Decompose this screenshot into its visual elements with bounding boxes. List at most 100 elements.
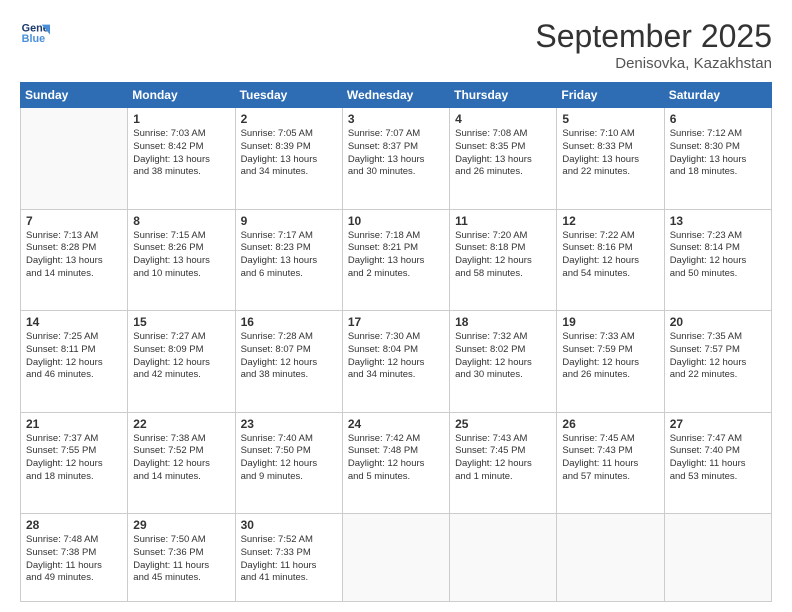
calendar-cell: 1 Sunrise: 7:03 AM Sunset: 8:42 PM Daylig… bbox=[128, 108, 235, 210]
weekday-header-friday: Friday bbox=[557, 83, 664, 108]
day-info: Sunrise: 7:17 AM Sunset: 8:23 PM Dayligh… bbox=[241, 230, 337, 281]
calendar-cell: 28 Sunrise: 7:48 AM Sunset: 7:38 PM Dayli… bbox=[21, 514, 128, 602]
day-number: 14 bbox=[26, 315, 122, 329]
day-info: Sunrise: 7:43 AM Sunset: 7:45 PM Dayligh… bbox=[455, 433, 551, 484]
day-number: 20 bbox=[670, 315, 766, 329]
day-number: 8 bbox=[133, 214, 229, 228]
day-number: 15 bbox=[133, 315, 229, 329]
month-title: September 2025 bbox=[535, 18, 772, 55]
day-number: 21 bbox=[26, 417, 122, 431]
calendar-cell: 27Sunrise: 7:47 AM Sunset: 7:40 PM Dayli… bbox=[664, 412, 771, 514]
day-number: 18 bbox=[455, 315, 551, 329]
day-info: Sunrise: 7:03 AM Sunset: 8:42 PM Dayligh… bbox=[133, 128, 229, 179]
calendar-cell: 10 Sunrise: 7:18 AM Sunset: 8:21 PM Dayli… bbox=[342, 209, 449, 311]
calendar-cell: 24 Sunrise: 7:42 AM Sunset: 7:48 PM Dayli… bbox=[342, 412, 449, 514]
calendar-cell: 19 Sunrise: 7:33 AM Sunset: 7:59 PM Dayli… bbox=[557, 311, 664, 413]
calendar-cell: 6 Sunrise: 7:12 AM Sunset: 8:30 PM Daylig… bbox=[664, 108, 771, 210]
calendar-cell bbox=[450, 514, 557, 602]
day-info: Sunrise: 7:50 AM Sunset: 7:36 PM Dayligh… bbox=[133, 534, 229, 585]
weekday-header-thursday: Thursday bbox=[450, 83, 557, 108]
day-info: Sunrise: 7:18 AM Sunset: 8:21 PM Dayligh… bbox=[348, 230, 444, 281]
calendar-cell: 21 Sunrise: 7:37 AM Sunset: 7:55 PM Dayli… bbox=[21, 412, 128, 514]
calendar-cell: 5 Sunrise: 7:10 AM Sunset: 8:33 PM Daylig… bbox=[557, 108, 664, 210]
day-number: 13 bbox=[670, 214, 766, 228]
day-number: 1 bbox=[133, 112, 229, 126]
day-number: 6 bbox=[670, 112, 766, 126]
day-info: Sunrise: 7:38 AM Sunset: 7:52 PM Dayligh… bbox=[133, 433, 229, 484]
day-info: Sunrise: 7:12 AM Sunset: 8:30 PM Dayligh… bbox=[670, 128, 766, 179]
weekday-header-saturday: Saturday bbox=[664, 83, 771, 108]
calendar-cell: 29 Sunrise: 7:50 AM Sunset: 7:36 PM Dayli… bbox=[128, 514, 235, 602]
day-info: Sunrise: 7:32 AM Sunset: 8:02 PM Dayligh… bbox=[455, 331, 551, 382]
day-info: Sunrise: 7:23 AM Sunset: 8:14 PM Dayligh… bbox=[670, 230, 766, 281]
calendar-table: SundayMondayTuesdayWednesdayThursdayFrid… bbox=[20, 82, 772, 602]
day-info: Sunrise: 7:37 AM Sunset: 7:55 PM Dayligh… bbox=[26, 433, 122, 484]
calendar-cell: 18 Sunrise: 7:32 AM Sunset: 8:02 PM Dayli… bbox=[450, 311, 557, 413]
day-info: Sunrise: 7:25 AM Sunset: 8:11 PM Dayligh… bbox=[26, 331, 122, 382]
calendar-cell: 22 Sunrise: 7:38 AM Sunset: 7:52 PM Dayli… bbox=[128, 412, 235, 514]
title-block: September 2025 Denisovka, Kazakhstan bbox=[535, 18, 772, 72]
day-number: 11 bbox=[455, 214, 551, 228]
calendar-cell: 20 Sunrise: 7:35 AM Sunset: 7:57 PM Dayli… bbox=[664, 311, 771, 413]
day-info: Sunrise: 7:07 AM Sunset: 8:37 PM Dayligh… bbox=[348, 128, 444, 179]
day-number: 4 bbox=[455, 112, 551, 126]
day-number: 23 bbox=[241, 417, 337, 431]
calendar-cell: 23 Sunrise: 7:40 AM Sunset: 7:50 PM Dayli… bbox=[235, 412, 342, 514]
day-number: 17 bbox=[348, 315, 444, 329]
day-number: 25 bbox=[455, 417, 551, 431]
day-info: Sunrise: 7:45 AM Sunset: 7:43 PM Dayligh… bbox=[562, 433, 658, 484]
day-number: 5 bbox=[562, 112, 658, 126]
weekday-header-sunday: Sunday bbox=[21, 83, 128, 108]
day-number: 30 bbox=[241, 518, 337, 532]
calendar-cell: 26 Sunrise: 7:45 AM Sunset: 7:43 PM Dayli… bbox=[557, 412, 664, 514]
calendar-cell: 2Sunrise: 7:05 AM Sunset: 8:39 PM Daylig… bbox=[235, 108, 342, 210]
day-number: 27 bbox=[670, 417, 766, 431]
calendar-cell: 9 Sunrise: 7:17 AM Sunset: 8:23 PM Daylig… bbox=[235, 209, 342, 311]
day-number: 9 bbox=[241, 214, 337, 228]
day-number: 12 bbox=[562, 214, 658, 228]
calendar-cell: 11 Sunrise: 7:20 AM Sunset: 8:18 PM Dayli… bbox=[450, 209, 557, 311]
day-number: 22 bbox=[133, 417, 229, 431]
day-info: Sunrise: 7:35 AM Sunset: 7:57 PM Dayligh… bbox=[670, 331, 766, 382]
calendar-cell bbox=[664, 514, 771, 602]
calendar-cell: 17Sunrise: 7:30 AM Sunset: 8:04 PM Dayli… bbox=[342, 311, 449, 413]
day-info: Sunrise: 7:48 AM Sunset: 7:38 PM Dayligh… bbox=[26, 534, 122, 585]
calendar-cell: 12 Sunrise: 7:22 AM Sunset: 8:16 PM Dayli… bbox=[557, 209, 664, 311]
day-info: Sunrise: 7:20 AM Sunset: 8:18 PM Dayligh… bbox=[455, 230, 551, 281]
location-subtitle: Denisovka, Kazakhstan bbox=[535, 55, 772, 72]
day-number: 2 bbox=[241, 112, 337, 126]
day-info: Sunrise: 7:10 AM Sunset: 8:33 PM Dayligh… bbox=[562, 128, 658, 179]
weekday-header-tuesday: Tuesday bbox=[235, 83, 342, 108]
day-info: Sunrise: 7:08 AM Sunset: 8:35 PM Dayligh… bbox=[455, 128, 551, 179]
page-header: General Blue September 2025 Denisovka, K… bbox=[20, 18, 772, 72]
day-info: Sunrise: 7:42 AM Sunset: 7:48 PM Dayligh… bbox=[348, 433, 444, 484]
day-number: 19 bbox=[562, 315, 658, 329]
weekday-header-wednesday: Wednesday bbox=[342, 83, 449, 108]
logo-icon: General Blue bbox=[20, 18, 50, 48]
day-number: 24 bbox=[348, 417, 444, 431]
weekday-header-monday: Monday bbox=[128, 83, 235, 108]
calendar-cell: 15 Sunrise: 7:27 AM Sunset: 8:09 PM Dayli… bbox=[128, 311, 235, 413]
day-number: 10 bbox=[348, 214, 444, 228]
calendar-cell: 30Sunrise: 7:52 AM Sunset: 7:33 PM Dayli… bbox=[235, 514, 342, 602]
calendar-cell: 8 Sunrise: 7:15 AM Sunset: 8:26 PM Daylig… bbox=[128, 209, 235, 311]
calendar-cell bbox=[21, 108, 128, 210]
day-info: Sunrise: 7:33 AM Sunset: 7:59 PM Dayligh… bbox=[562, 331, 658, 382]
calendar-cell: 14 Sunrise: 7:25 AM Sunset: 8:11 PM Dayli… bbox=[21, 311, 128, 413]
day-info: Sunrise: 7:40 AM Sunset: 7:50 PM Dayligh… bbox=[241, 433, 337, 484]
day-info: Sunrise: 7:28 AM Sunset: 8:07 PM Dayligh… bbox=[241, 331, 337, 382]
calendar-cell bbox=[342, 514, 449, 602]
day-number: 26 bbox=[562, 417, 658, 431]
calendar-cell: 3Sunrise: 7:07 AM Sunset: 8:37 PM Daylig… bbox=[342, 108, 449, 210]
calendar-cell: 7Sunrise: 7:13 AM Sunset: 8:28 PM Daylig… bbox=[21, 209, 128, 311]
day-info: Sunrise: 7:27 AM Sunset: 8:09 PM Dayligh… bbox=[133, 331, 229, 382]
calendar-cell: 13 Sunrise: 7:23 AM Sunset: 8:14 PM Dayli… bbox=[664, 209, 771, 311]
day-info: Sunrise: 7:15 AM Sunset: 8:26 PM Dayligh… bbox=[133, 230, 229, 281]
calendar-cell: 25 Sunrise: 7:43 AM Sunset: 7:45 PM Dayli… bbox=[450, 412, 557, 514]
day-number: 16 bbox=[241, 315, 337, 329]
day-number: 29 bbox=[133, 518, 229, 532]
day-number: 28 bbox=[26, 518, 122, 532]
calendar-cell: 4 Sunrise: 7:08 AM Sunset: 8:35 PM Daylig… bbox=[450, 108, 557, 210]
calendar-cell bbox=[557, 514, 664, 602]
day-info: Sunrise: 7:22 AM Sunset: 8:16 PM Dayligh… bbox=[562, 230, 658, 281]
